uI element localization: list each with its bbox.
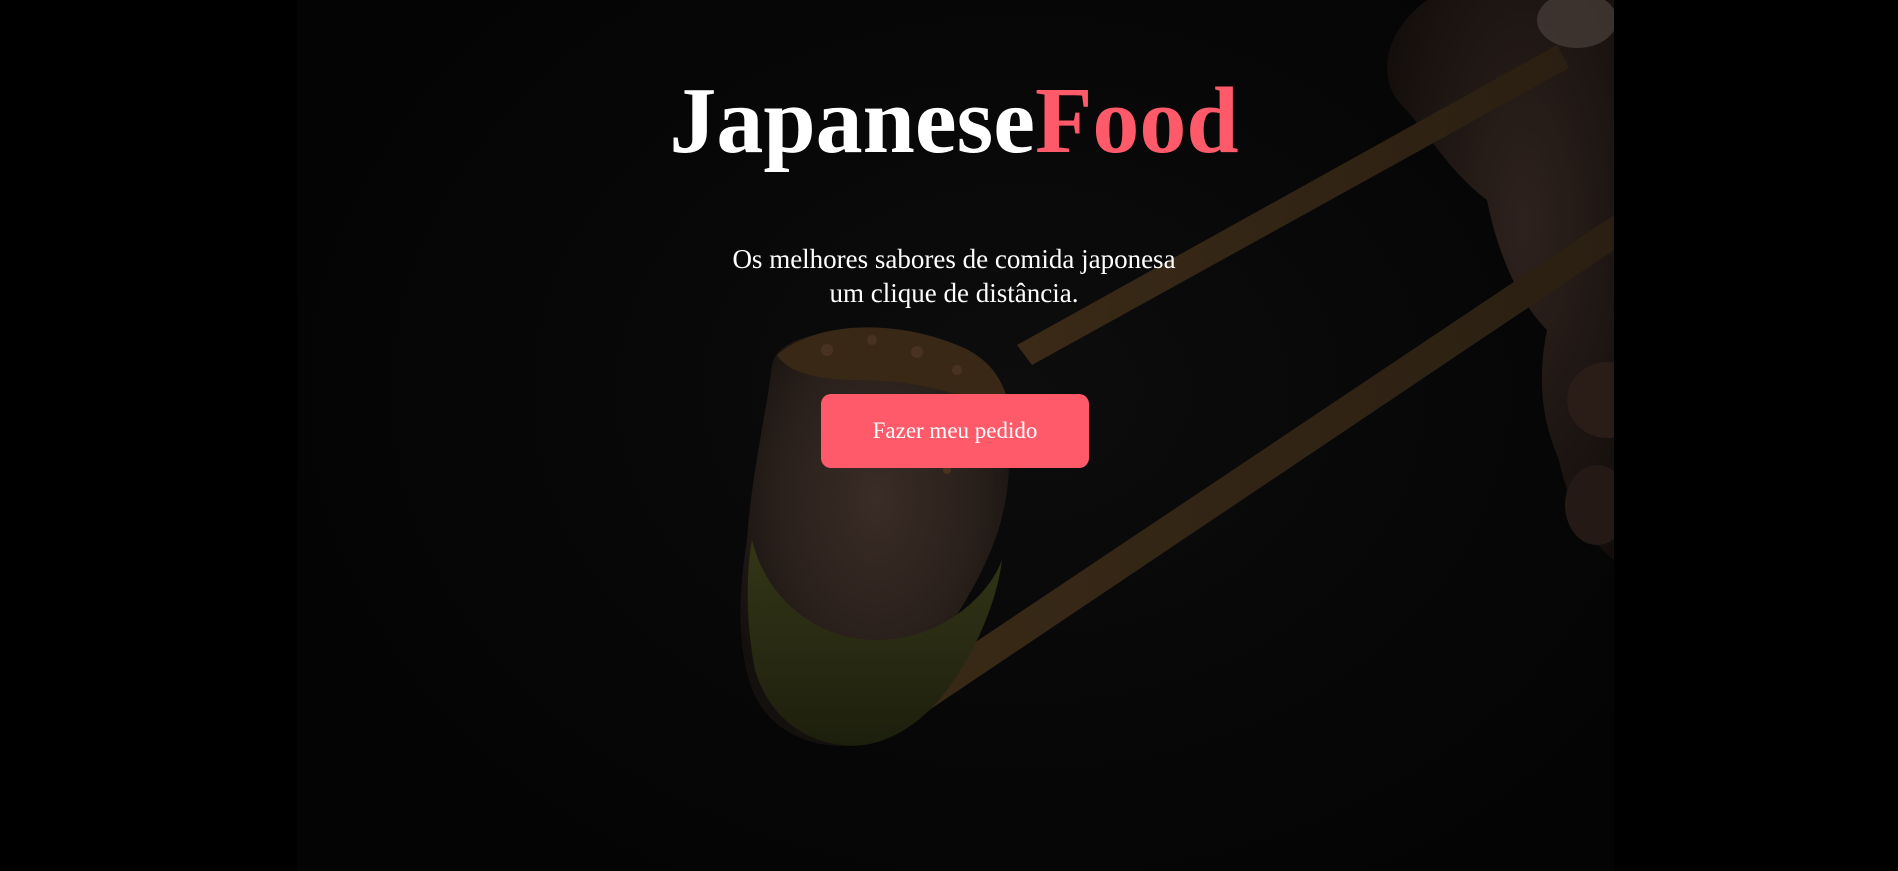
hero-tagline: Os melhores sabores de comida japonesa u… [0,242,1898,310]
brand-title-part-2: Food [1034,69,1239,173]
brand-logo-title: JapaneseFood [0,66,1898,176]
tagline-line-2: um clique de distância. [829,278,1079,308]
landing-page: JapaneseFood Os melhores sabores de comi… [0,0,1898,871]
hero-content: JapaneseFood Os melhores sabores de comi… [0,0,1898,871]
brand-title-part-1: Japanese [669,69,1035,173]
order-button[interactable]: Fazer meu pedido [821,394,1089,468]
tagline-line-1: Os melhores sabores de comida japonesa [732,244,1176,274]
